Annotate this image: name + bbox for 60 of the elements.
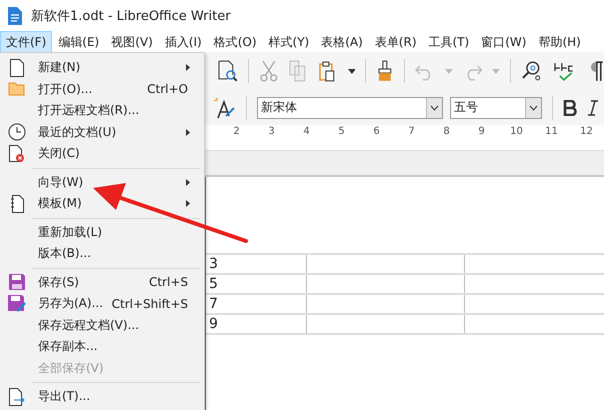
ruler-number: 11: [544, 125, 559, 139]
ruler-number: 12: [579, 125, 594, 139]
menu-bar-item[interactable]: 编辑(E): [52, 30, 106, 54]
menu-item[interactable]: 最近的文档(U): [0, 122, 204, 143]
folder-icon: [8, 82, 26, 96]
menu-bar-item[interactable]: 帮助(H): [532, 30, 587, 54]
blank-document-icon: [10, 58, 24, 77]
print-preview-icon[interactable]: [218, 60, 238, 82]
menu-item[interactable]: 重新加载(L): [0, 222, 204, 243]
chevron-down-icon: [529, 104, 538, 110]
font-size-field[interactable]: 五号: [450, 96, 542, 118]
menu-bar-item[interactable]: 格式(O): [208, 30, 263, 54]
pilcrow-icon[interactable]: [588, 60, 604, 82]
ruler-number: 2: [232, 125, 241, 139]
menu-bar-item[interactable]: 表格(A): [315, 30, 369, 54]
menu-item[interactable]: 导出(T)...: [0, 386, 204, 408]
menu-item[interactable]: 打开(O)... Ctrl+O: [0, 78, 204, 100]
table-cell: 5: [206, 275, 307, 293]
menu-item[interactable]: 保存远程文档(V)...: [0, 314, 204, 336]
clock-icon: [8, 123, 26, 142]
italic-icon[interactable]: [587, 100, 599, 116]
ruler-number: 7: [407, 125, 416, 139]
menu-item[interactable]: 模板(M): [0, 193, 204, 214]
menu-item[interactable]: 保存副本...: [0, 336, 204, 358]
ruler-number: 9: [477, 125, 486, 139]
menu-bar-item[interactable]: 表单(R): [368, 30, 422, 54]
font-name-field[interactable]: 新宋体: [257, 96, 443, 118]
table-cell: 7: [206, 295, 307, 313]
document-icon: [8, 7, 22, 25]
find-replace-icon[interactable]: [521, 60, 543, 82]
bold-icon[interactable]: [563, 100, 577, 116]
menu-item[interactable]: 保存(S) Ctrl+S: [0, 272, 204, 293]
menu-bar-item[interactable]: 窗口(W): [475, 30, 532, 54]
document-close-icon: [9, 144, 25, 163]
menu-bar-item[interactable]: 工具(T): [422, 30, 476, 54]
window-title: 新软件1.odt - LibreOffice Writer: [31, 8, 231, 25]
floppy-pencil-icon: [8, 295, 26, 312]
menu-bar-item[interactable]: 文件(F): [0, 30, 52, 54]
menu-item[interactable]: 关闭(C): [0, 143, 204, 164]
ruler-number: 10: [509, 125, 524, 139]
menu-bar-item[interactable]: 样式(Y): [262, 30, 316, 54]
notebook-icon: [10, 194, 24, 213]
dropdown-arrow-icon[interactable]: [348, 68, 356, 74]
ruler-number: 4: [302, 125, 311, 139]
menu-item[interactable]: 向导(W): [0, 172, 204, 193]
table-cell: 3: [206, 255, 307, 273]
table-cell: 9: [206, 315, 307, 333]
ruler-number: 6: [372, 125, 381, 139]
chevron-down-icon: [430, 104, 439, 110]
new-style-icon[interactable]: [212, 96, 236, 120]
menu-item[interactable]: 新建(N): [0, 57, 204, 78]
menu-bar-item[interactable]: 视图(V): [105, 30, 159, 54]
menu-item[interactable]: 另存为(A)... Ctrl+Shift+S: [0, 293, 204, 314]
menu-bar-item[interactable]: 插入(I): [158, 30, 208, 54]
ruler-number: 3: [267, 125, 276, 139]
menu-item[interactable]: 打开远程文档(R)...: [0, 100, 204, 122]
ruler-number: 8: [442, 125, 451, 139]
document-export-icon: [9, 388, 25, 406]
menu-item[interactable]: 版本(B)...: [0, 243, 204, 264]
ruler-number: 5: [337, 125, 346, 139]
